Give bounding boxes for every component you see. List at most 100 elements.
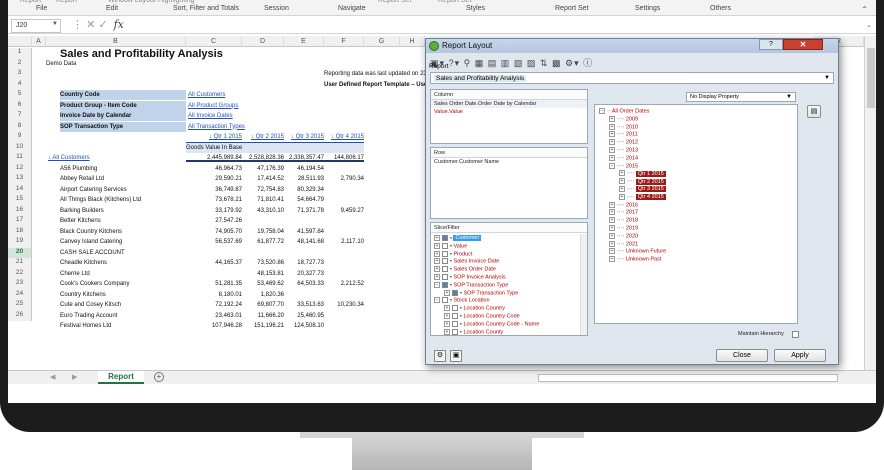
column-header[interactable]: B (46, 36, 186, 47)
export-icon[interactable]: ▣ (450, 350, 462, 362)
expand-icon[interactable]: + (619, 178, 625, 185)
ribbon-group-7[interactable]: Settings (635, 5, 660, 12)
slice-item[interactable]: − • Stock Location (434, 297, 539, 305)
row-header[interactable]: 12 (8, 163, 32, 174)
quarter-header[interactable]: ↓ Qtr 4 2015 (324, 132, 364, 143)
slice-item[interactable]: + • Customer (434, 235, 539, 243)
column-header[interactable]: A (32, 36, 46, 47)
filter-checkbox[interactable] (442, 235, 448, 241)
vertical-scroll-thumb[interactable] (867, 48, 875, 108)
column-header[interactable]: H (400, 36, 425, 47)
row-header[interactable]: 5 (8, 90, 32, 101)
date-tree-item[interactable]: + ···· Qtr 3 2015 (599, 185, 666, 194)
date-tree-item[interactable]: + ···· 2017 (599, 209, 666, 217)
filter-checkbox[interactable] (452, 312, 458, 319)
filter-checkbox[interactable] (442, 297, 448, 304)
close-icon[interactable]: ✕ (783, 39, 823, 50)
display-property-select[interactable]: No Display Property ▼ (686, 92, 796, 102)
expand-icon[interactable]: + (434, 266, 440, 273)
expand-icon[interactable]: + (609, 154, 615, 161)
slice-item[interactable]: − • SOP Transaction Type (434, 281, 539, 290)
maintain-hierarchy-checkbox[interactable] (792, 331, 799, 338)
slice-item[interactable]: + • Sales Order Date (434, 266, 539, 274)
row-header[interactable]: 20 (8, 247, 32, 258)
slice-item[interactable]: + • SOP Invoice Analysis (434, 273, 539, 282)
expand-icon[interactable]: + (619, 193, 625, 200)
dropdown-icon[interactable]: ▾ (455, 58, 461, 68)
add-item-icon[interactable]: ▤ (807, 105, 821, 118)
row-header[interactable]: 9 (8, 132, 32, 143)
column-header[interactable]: E (284, 36, 324, 47)
expand-icon[interactable]: + (619, 185, 625, 192)
expand-icon[interactable]: + (434, 235, 440, 241)
enter-icon[interactable]: ✓ (98, 19, 107, 31)
row-header[interactable]: 19 (8, 237, 32, 248)
expand-icon[interactable]: + (609, 201, 615, 208)
row-header[interactable]: 25 (8, 300, 32, 311)
close-button[interactable]: Close (716, 349, 768, 362)
collapse-ribbon-icon[interactable]: ⌃ (861, 5, 868, 14)
row-header[interactable]: 15 (8, 195, 32, 206)
row-header[interactable]: 2 (8, 58, 32, 69)
expand-icon[interactable]: + (444, 305, 450, 312)
filter-checkbox[interactable] (452, 320, 458, 327)
ribbon-group-4[interactable]: Navigate (338, 5, 366, 12)
date-tree-item[interactable]: + ···· 2009 (599, 115, 666, 124)
expand-icon[interactable]: + (609, 240, 615, 247)
date-tree-item[interactable]: + ···· 2021 (599, 240, 666, 249)
apply-button[interactable]: Apply (774, 349, 826, 362)
slice-item[interactable]: + • Product (434, 250, 539, 259)
expand-icon[interactable]: + (609, 224, 615, 231)
row-header[interactable]: 14 (8, 184, 32, 195)
row-item[interactable]: Customer.Customer Name (431, 158, 587, 166)
prev-sheet-icon[interactable]: ◀ (50, 373, 55, 381)
filter-icon[interactable]: ⚲ (464, 58, 472, 68)
expand-icon[interactable]: + (444, 312, 450, 319)
slice-item[interactable]: + • Location Country Code - Name (434, 320, 539, 329)
ribbon-group-3[interactable]: Session (264, 5, 289, 12)
row-header[interactable]: 24 (8, 289, 32, 300)
expand-icon[interactable]: + (609, 115, 615, 122)
select-all-corner[interactable] (8, 36, 32, 47)
ribbon-group-1[interactable]: Edit (106, 5, 118, 12)
filter-checkbox[interactable] (452, 328, 458, 335)
expand-icon[interactable]: + (609, 217, 615, 224)
ribbon-group-2[interactable]: Sort, Filter and Totals (173, 5, 239, 12)
column-header[interactable]: D (242, 36, 284, 47)
expand-icon[interactable]: + (434, 273, 440, 280)
slice-item[interactable]: + • Location Country (434, 305, 539, 313)
chart-icon[interactable]: ▧ (514, 58, 524, 68)
expand-icon[interactable]: + (609, 248, 615, 255)
sheet-tab-report[interactable]: Report (98, 371, 144, 384)
param-value-link[interactable]: All Invoice Dates (188, 111, 233, 121)
name-box[interactable]: J20 ▼ (11, 19, 61, 33)
filter-checkbox[interactable] (442, 281, 448, 288)
slice-scrollbar[interactable] (580, 234, 587, 335)
row-header[interactable]: 26 (8, 310, 32, 321)
settings-icon[interactable]: ⚙ (434, 350, 446, 362)
ribbon-group-6[interactable]: Report Set (555, 5, 588, 12)
add-sheet-icon[interactable]: + (154, 372, 164, 382)
row-header[interactable]: 21 (8, 258, 32, 269)
filter-checkbox[interactable] (442, 273, 448, 280)
ribbon-group-8[interactable]: Others (710, 5, 731, 12)
row-header[interactable]: 11 (8, 153, 32, 164)
cancel-icon[interactable]: ✕ (86, 19, 95, 31)
expand-icon[interactable]: − (434, 297, 440, 304)
date-tree-item[interactable]: + ···· Unknown Past (599, 256, 666, 264)
date-tree-item[interactable]: + ···· 2014 (599, 154, 666, 163)
layout-icon[interactable]: ▥ (501, 58, 511, 68)
column-item[interactable]: Value.Value (431, 108, 587, 116)
row-header[interactable]: 7 (8, 111, 32, 122)
param-value-link[interactable]: All Transaction Types (188, 122, 245, 132)
filter-checkbox[interactable] (442, 258, 448, 265)
settings-icon[interactable]: ⚙ (565, 58, 574, 68)
expand-icon[interactable]: − (434, 281, 440, 288)
param-value-link[interactable]: All Product Groups (188, 101, 238, 111)
next-sheet-icon[interactable]: ▶ (72, 373, 77, 381)
vertical-scrollbar[interactable] (864, 36, 876, 370)
quarter-header[interactable]: ↓ Qtr 2 2015 (242, 132, 284, 143)
expand-icon[interactable]: − (609, 162, 615, 169)
date-tree-item[interactable]: + ···· 2010 (599, 123, 666, 132)
expand-icon[interactable]: + (434, 250, 440, 257)
